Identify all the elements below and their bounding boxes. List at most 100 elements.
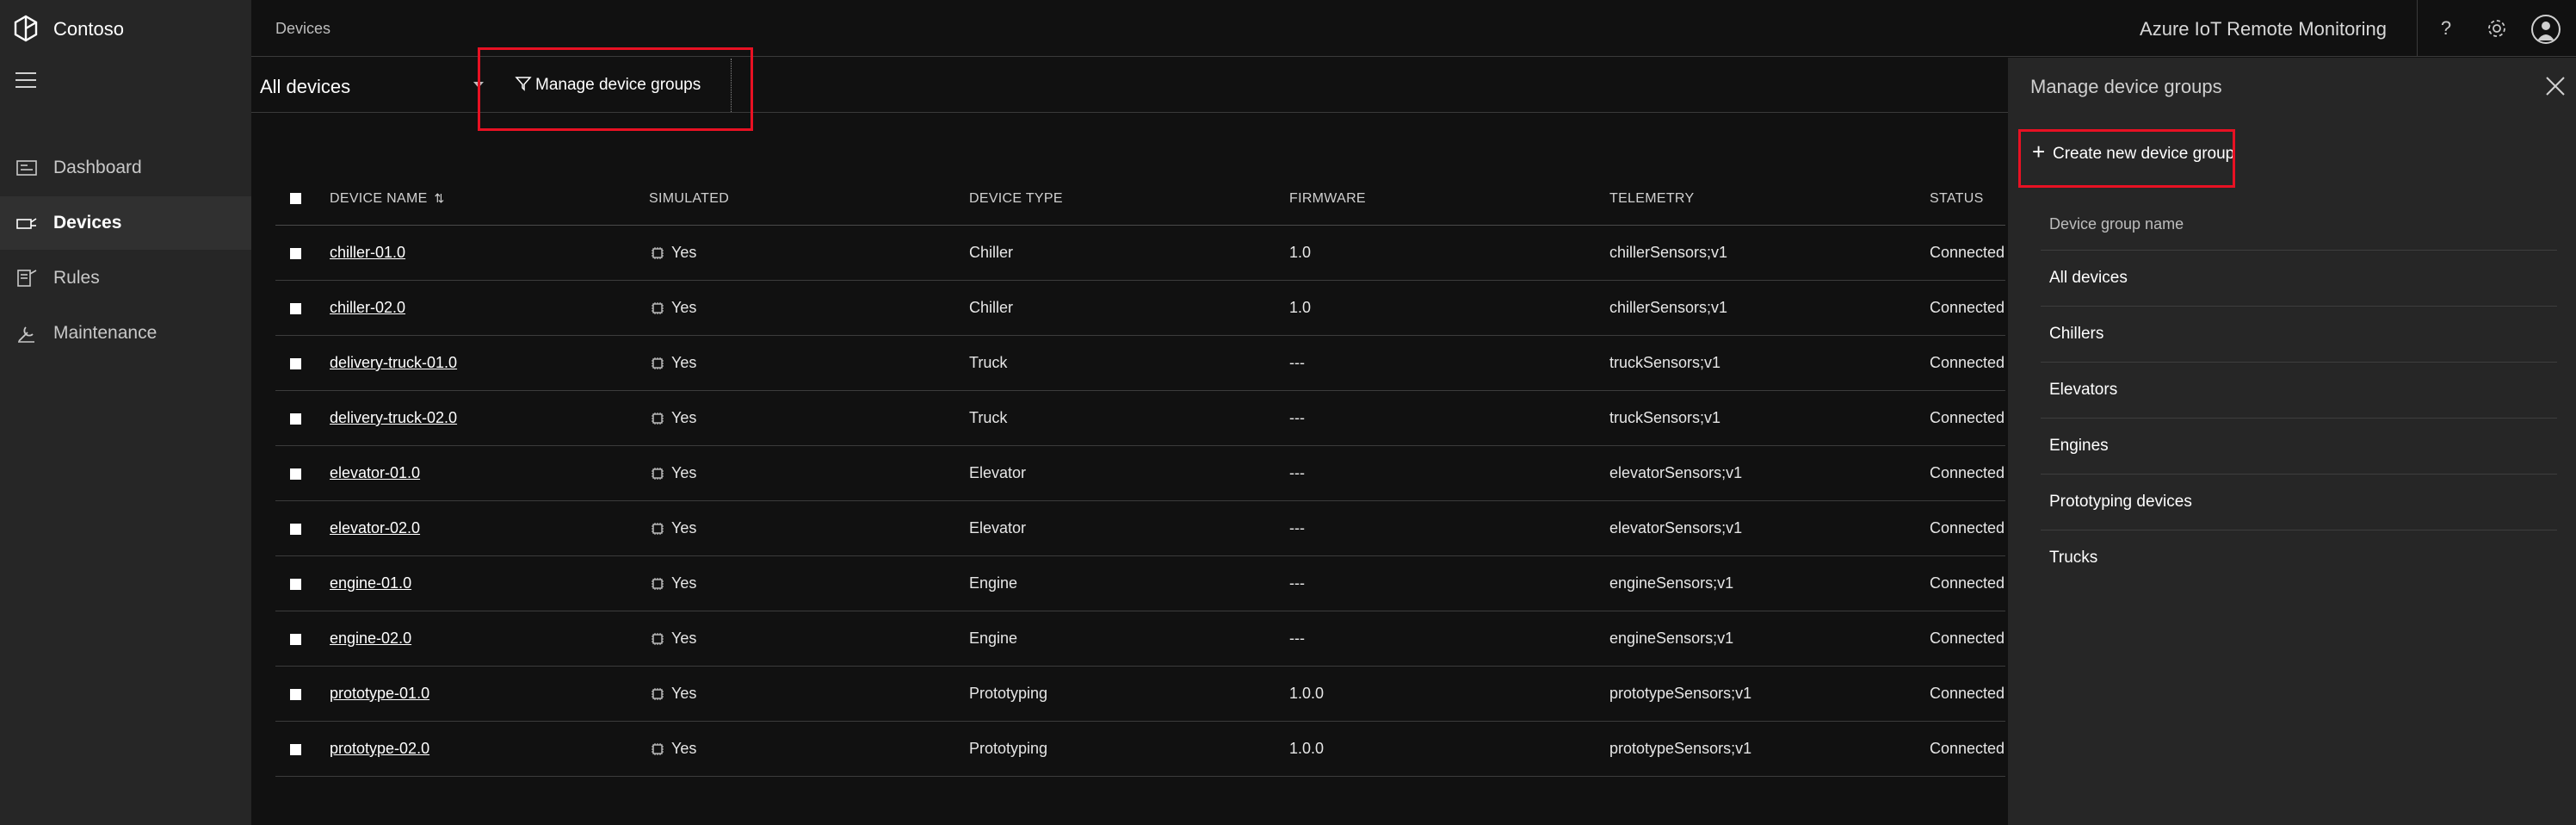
device-type-value: Prototyping bbox=[969, 685, 1048, 702]
telemetry-value: engineSensors;v1 bbox=[1609, 574, 1734, 592]
nav-item-rules[interactable]: Rules bbox=[0, 251, 251, 305]
nav-label: Maintenance bbox=[53, 323, 158, 343]
device-name-link[interactable]: chiller-02.0 bbox=[330, 299, 405, 317]
gear-icon[interactable] bbox=[2485, 16, 2509, 40]
nav-item-dashboard[interactable]: Dashboard bbox=[0, 141, 251, 195]
device-name-link[interactable]: prototype-01.0 bbox=[330, 685, 429, 703]
status-value: Connected bbox=[1930, 244, 2005, 261]
row-checkbox[interactable] bbox=[290, 303, 301, 314]
dashboard-icon bbox=[16, 160, 37, 176]
table-row[interactable]: delivery-truck-02.0 Yes Truck --- truckSenso… bbox=[275, 391, 2005, 446]
device-group-item[interactable]: Elevators bbox=[2041, 362, 2557, 418]
table-row[interactable]: engine-01.0 Yes Engine --- engineSensors;v1 C… bbox=[275, 556, 2005, 611]
device-type-value: Chiller bbox=[969, 244, 1014, 261]
manage-device-groups-flyout: Manage device groups + Create new device… bbox=[2008, 58, 2576, 825]
device-name-link[interactable]: engine-02.0 bbox=[330, 630, 411, 648]
device-group-item[interactable]: Engines bbox=[2041, 418, 2557, 474]
status-value: Connected bbox=[1930, 685, 2005, 702]
simulated-chip-icon bbox=[652, 523, 664, 535]
table-row[interactable]: elevator-02.0 Yes Elevator --- elevatorSenso… bbox=[275, 501, 2005, 556]
table-row[interactable]: chiller-01.0 Yes Chiller 1.0 chillerSensors;… bbox=[275, 226, 2005, 281]
simulated-chip-icon bbox=[652, 578, 664, 590]
table-row[interactable]: engine-02.0 Yes Engine --- engineSensors;v1 C… bbox=[275, 611, 2005, 667]
simulated-chip-icon bbox=[652, 412, 664, 425]
table-row[interactable]: delivery-truck-01.0 Yes Truck --- truckSenso… bbox=[275, 336, 2005, 391]
user-avatar[interactable] bbox=[2531, 15, 2561, 44]
row-checkbox[interactable] bbox=[290, 358, 301, 369]
column-header-simulated[interactable]: SIMULATED bbox=[649, 191, 729, 207]
status-value: Connected bbox=[1930, 519, 2005, 537]
firmware-value: 1.0.0 bbox=[1289, 740, 1325, 757]
nav-item-devices[interactable]: Devices bbox=[0, 196, 251, 250]
manage-device-groups-button[interactable]: Manage device groups bbox=[484, 58, 732, 113]
status-value: Connected bbox=[1930, 630, 2005, 647]
select-all-checkbox[interactable] bbox=[290, 193, 301, 204]
device-group-item[interactable]: All devices bbox=[2041, 250, 2557, 306]
nav-item-maintenance[interactable]: Maintenance bbox=[0, 307, 251, 360]
row-checkbox[interactable] bbox=[290, 579, 301, 590]
device-group-item[interactable]: Trucks bbox=[2041, 530, 2557, 586]
device-name-link[interactable]: elevator-02.0 bbox=[330, 519, 420, 537]
telemetry-value: engineSensors;v1 bbox=[1609, 630, 1734, 647]
column-header-telemetry[interactable]: TELEMETRY bbox=[1609, 191, 1694, 207]
simulated-chip-icon bbox=[652, 247, 664, 259]
user-avatar-icon bbox=[2537, 22, 2554, 40]
table-row[interactable]: prototype-02.0 Yes Prototyping 1.0.0 prototy… bbox=[275, 722, 2005, 777]
column-header-device-type[interactable]: DEVICE TYPE bbox=[969, 191, 1063, 207]
telemetry-value: elevatorSensors;v1 bbox=[1609, 519, 1743, 537]
row-checkbox[interactable] bbox=[290, 744, 301, 755]
device-type-value: Chiller bbox=[969, 299, 1014, 316]
firmware-value: --- bbox=[1289, 574, 1305, 592]
device-type-value: Elevator bbox=[969, 464, 1027, 481]
filter-icon bbox=[515, 77, 532, 91]
close-icon[interactable] bbox=[2542, 72, 2569, 100]
firmware-value: --- bbox=[1289, 354, 1305, 371]
device-name-link[interactable]: elevator-01.0 bbox=[330, 464, 420, 482]
column-header-status[interactable]: STATUS bbox=[1930, 191, 1984, 207]
device-group-dropdown[interactable]: All devices bbox=[260, 68, 484, 102]
telemetry-value: truckSensors;v1 bbox=[1609, 354, 1721, 371]
simulated-chip-icon bbox=[652, 743, 664, 755]
simulated-value: Yes bbox=[671, 464, 697, 481]
device-name-link[interactable]: prototype-02.0 bbox=[330, 740, 429, 758]
brand[interactable]: Contoso bbox=[0, 0, 251, 57]
simulated-value: Yes bbox=[671, 409, 697, 426]
device-group-item[interactable]: Prototyping devices bbox=[2041, 474, 2557, 530]
simulated-value: Yes bbox=[671, 574, 697, 592]
firmware-value: --- bbox=[1289, 630, 1305, 647]
table-row[interactable]: chiller-02.0 Yes Chiller 1.0 chillerSensors;… bbox=[275, 281, 2005, 336]
table-row[interactable]: prototype-01.0 Yes Prototyping 1.0.0 prototy… bbox=[275, 667, 2005, 722]
device-name-link[interactable]: chiller-01.0 bbox=[330, 244, 405, 262]
row-checkbox[interactable] bbox=[290, 248, 301, 259]
create-new-device-group-button[interactable]: + Create new device group bbox=[2032, 137, 2264, 171]
simulated-value: Yes bbox=[671, 519, 697, 537]
hamburger-menu-icon[interactable] bbox=[15, 72, 38, 91]
row-checkbox[interactable] bbox=[290, 524, 301, 535]
sort-icon[interactable]: ⇅ bbox=[435, 191, 445, 206]
device-name-link[interactable]: engine-01.0 bbox=[330, 574, 411, 592]
firmware-value: --- bbox=[1289, 464, 1305, 481]
device-group-item[interactable]: Chillers bbox=[2041, 306, 2557, 362]
device-name-link[interactable]: delivery-truck-01.0 bbox=[330, 354, 457, 372]
device-name-link[interactable]: delivery-truck-02.0 bbox=[330, 409, 457, 427]
brand-name: Contoso bbox=[53, 18, 124, 40]
row-checkbox[interactable] bbox=[290, 413, 301, 425]
top-header: Devices Azure IoT Remote Monitoring ? bbox=[251, 0, 2576, 57]
row-checkbox[interactable] bbox=[290, 634, 301, 645]
simulated-chip-icon bbox=[652, 302, 664, 314]
help-icon[interactable]: ? bbox=[2435, 17, 2457, 40]
row-checkbox[interactable] bbox=[290, 689, 301, 700]
firmware-value: --- bbox=[1289, 519, 1305, 537]
device-group-label: All devices bbox=[2049, 269, 2128, 287]
firmware-value: 1.0.0 bbox=[1289, 685, 1325, 702]
table-row[interactable]: elevator-01.0 Yes Elevator --- elevatorSenso… bbox=[275, 446, 2005, 501]
device-type-value: Engine bbox=[969, 574, 1018, 592]
status-value: Connected bbox=[1930, 354, 2005, 371]
row-checkbox[interactable] bbox=[290, 468, 301, 480]
table-body: chiller-01.0 Yes Chiller 1.0 chillerSensors;… bbox=[275, 226, 2005, 777]
manage-device-groups-label: Manage device groups bbox=[535, 76, 701, 94]
column-header-device-name[interactable]: DEVICE NAME ⇅ bbox=[330, 191, 445, 207]
column-header-firmware[interactable]: FIRMWARE bbox=[1289, 191, 1366, 207]
device-group-label: Prototyping devices bbox=[2049, 493, 2192, 511]
simulated-value: Yes bbox=[671, 354, 697, 371]
